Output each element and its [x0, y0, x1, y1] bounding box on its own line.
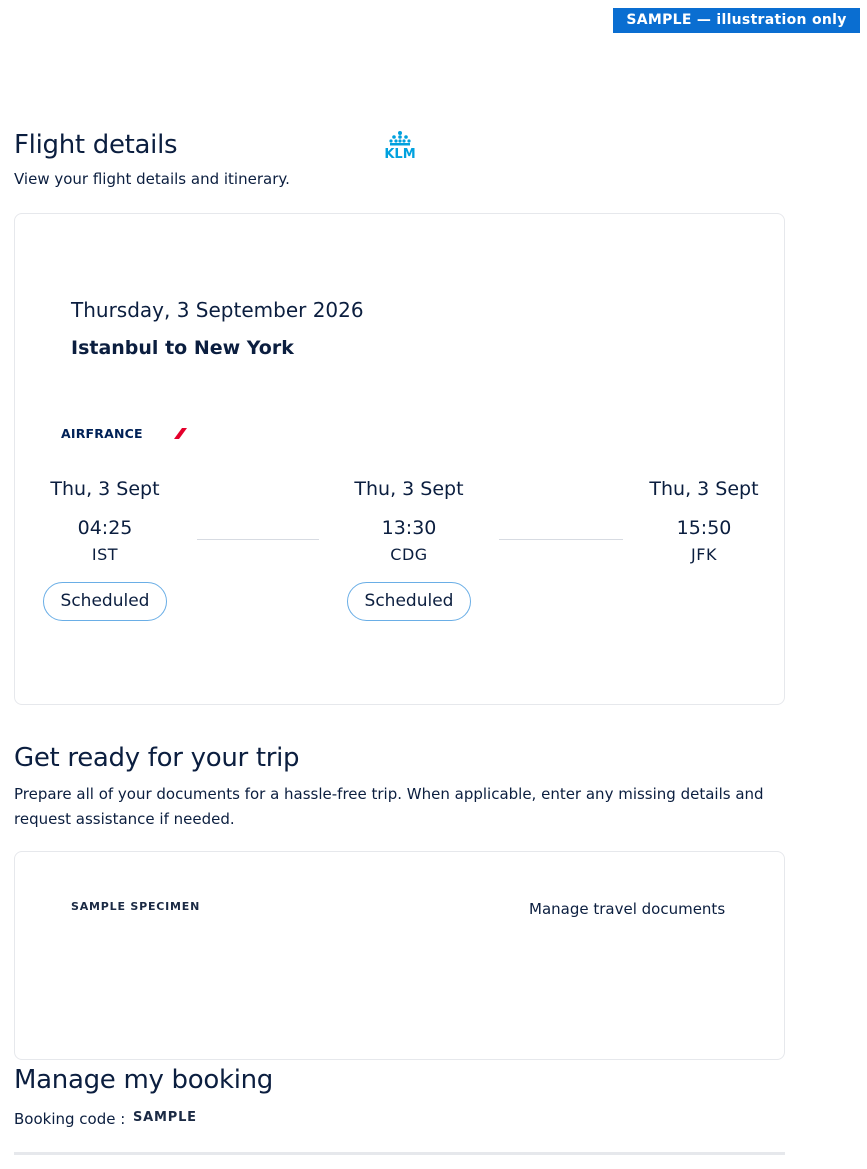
manage-booking-title: Manage my booking: [14, 1065, 274, 1095]
departure-time: 04:25: [77, 517, 133, 539]
page-title: Flight details: [14, 130, 178, 160]
segment-connector-2: [499, 539, 623, 540]
specimen-label: SAMPLE SPECIMEN: [71, 900, 201, 913]
arrival-airport-code: JFK: [691, 545, 717, 564]
manage-travel-documents-link[interactable]: Manage travel documents: [529, 900, 725, 918]
trip-ready-title: Get ready for your trip: [14, 743, 300, 773]
klm-logo: KLM: [384, 131, 416, 160]
air-france-logo: AIRFRANCE: [61, 426, 187, 441]
flight-route: Istanbul to New York: [71, 337, 294, 359]
arrival-time: 15:50: [676, 517, 732, 539]
departure-status-badge: Scheduled: [43, 582, 167, 621]
connection-airport-code: CDG: [390, 545, 428, 564]
page-subtitle: View your flight details and itinerary.: [14, 170, 290, 188]
connection-day: Thu, 3 Sept: [354, 478, 464, 500]
arrival-stop: Thu, 3 Sept 15:50 JFK: [634, 478, 774, 564]
klm-logo-text: KLM: [384, 147, 415, 160]
trip-ready-description: Prepare all of your documents for a hass…: [14, 785, 764, 828]
section-divider: [14, 1152, 785, 1155]
departure-airport-code: IST: [91, 545, 119, 564]
booking-code-value: SAMPLE: [133, 1110, 197, 1125]
air-france-logo-text: AIRFRANCE: [61, 426, 143, 441]
connection-status-badge: Scheduled: [347, 582, 471, 621]
flight-date: Thursday, 3 September 2026: [71, 298, 364, 322]
flight-card: Thursday, 3 September 2026 Istanbul to N…: [14, 213, 785, 705]
connection-stop: Thu, 3 Sept 13:30 CDG: [339, 478, 479, 564]
departure-stop: Thu, 3 Sept 04:25 IST: [35, 478, 175, 564]
segment-connector-1: [197, 539, 319, 540]
travel-documents-card: SAMPLE SPECIMEN Manage travel documents: [14, 851, 785, 1060]
arrival-day: Thu, 3 Sept: [649, 478, 759, 500]
booking-code-label: Booking code :: [14, 1110, 126, 1128]
sample-badge: SAMPLE — illustration only: [613, 8, 860, 33]
departure-day: Thu, 3 Sept: [50, 478, 160, 500]
connection-time: 13:30: [381, 517, 437, 539]
